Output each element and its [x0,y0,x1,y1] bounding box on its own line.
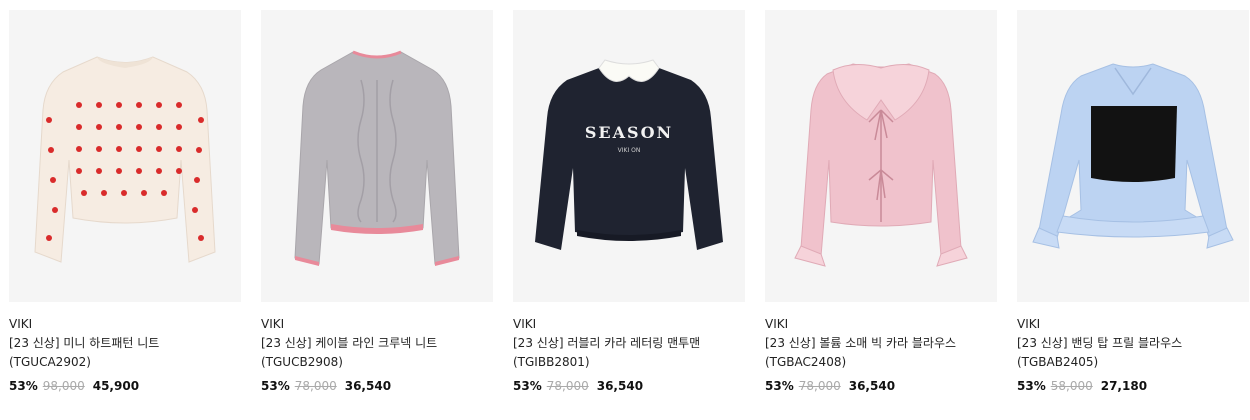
product-price: 53% 78,000 36,540 [261,378,391,394]
product-price: 53% 78,000 36,540 [513,378,643,394]
product-brand[interactable]: VIKI [765,317,997,332]
product-image[interactable] [1017,10,1249,302]
product-card[interactable]: VIKI [23 신상] 밴딩 탑 프릴 블라우스 (TGBAB2405) 53… [1017,10,1249,393]
product-price: 53% 78,000 36,540 [765,378,895,394]
product-card[interactable]: VIKI [23 신상] 미니 하트패턴 니트 (TGUCA2902) 53% 9… [9,10,241,393]
sale-price: 27,180 [1100,379,1148,393]
product-image[interactable]: SEASON VIKI ON [513,10,745,302]
product-price: 53% 98,000 45,900 [9,378,139,394]
discount-rate: 53% [261,379,290,393]
original-price: 78,000 [546,379,589,393]
product-brand[interactable]: VIKI [513,317,745,332]
original-price: 78,000 [798,379,841,393]
original-price: 58,000 [1050,379,1093,393]
product-price: 53% 58,000 27,180 [1017,378,1147,394]
print-subtext: VIKI ON [618,147,641,154]
product-title[interactable]: [23 신상] 미니 하트패턴 니트 (TGUCA2902) [9,334,237,372]
discount-rate: 53% [9,379,38,393]
product-image[interactable] [9,10,241,302]
product-image[interactable] [261,10,493,302]
discount-rate: 53% [513,379,542,393]
discount-rate: 53% [1017,379,1046,393]
sale-price: 36,540 [344,379,392,393]
original-price: 78,000 [294,379,337,393]
product-card[interactable]: VIKI [23 신상] 케이블 라인 크루넥 니트 (TGUCB2908) 5… [261,10,493,393]
product-title[interactable]: [23 신상] 케이블 라인 크루넥 니트 (TGUCB2908) [261,334,489,372]
product-image[interactable] [765,10,997,302]
product-brand[interactable]: VIKI [261,317,493,332]
product-brand[interactable]: VIKI [9,317,241,332]
product-title[interactable]: [23 신상] 밴딩 탑 프릴 블라우스 (TGBAB2405) [1017,334,1245,372]
product-grid: VIKI [23 신상] 미니 하트패턴 니트 (TGUCA2902) 53% 9… [0,0,1250,420]
sale-price: 45,900 [92,379,140,393]
product-card[interactable]: VIKI [23 신상] 볼륨 소매 빅 카라 블라우스 (TGBAC2408)… [765,10,997,393]
print-text: SEASON [585,123,673,142]
product-brand[interactable]: VIKI [1017,317,1249,332]
product-title[interactable]: [23 신상] 볼륨 소매 빅 카라 블라우스 (TGBAC2408) [765,334,993,372]
sale-price: 36,540 [596,379,644,393]
discount-rate: 53% [765,379,794,393]
product-title[interactable]: [23 신상] 러블리 카라 레터링 맨투맨 (TGIBB2801) [513,334,741,372]
sale-price: 36,540 [848,379,896,393]
original-price: 98,000 [42,379,85,393]
product-card[interactable]: SEASON VIKI ON VIKI [23 신상] 러블리 카라 레터링 맨… [513,10,745,393]
